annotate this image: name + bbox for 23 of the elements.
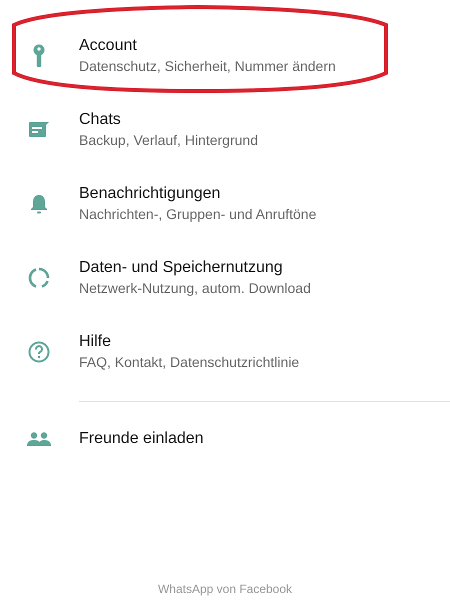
settings-item[interactable]: Hilfe FAQ, Kontakt, Datenschutzrichtlinie: [0, 315, 450, 389]
item-title: Freunde einladen: [79, 429, 204, 449]
help-icon: [28, 341, 50, 363]
item-subtitle: Backup, Verlauf, Hintergrund: [79, 131, 258, 150]
item-subtitle: Datenschutz, Sicherheit, Nummer ändern: [79, 57, 336, 76]
invite-item[interactable]: Freunde einladen: [0, 402, 450, 476]
item-title: Hilfe: [79, 332, 112, 352]
item-subtitle: FAQ, Kontakt, Datenschutzrichtlinie: [79, 353, 300, 372]
settings-item[interactable]: Daten- und Speichernutzung Netzwerk-Nutzung, autom. Download: [0, 241, 450, 315]
item-title: Daten- und Speichernutzung: [79, 258, 284, 278]
item-title: Benachrichtigungen: [79, 184, 222, 204]
item-subtitle: Nachrichten-, Gruppen- und Anruftöne: [79, 205, 316, 224]
item-subtitle: Netzwerk-Nutzung, autom. Download: [79, 279, 311, 298]
settings-item[interactable]: Account Datenschutz, Sicherheit, Nummer ändern: [0, 19, 450, 93]
bell-icon: [30, 194, 48, 214]
people-icon: [26, 432, 50, 446]
key-icon: [32, 44, 44, 68]
footer-text: WhatsApp von Facebook: [158, 581, 292, 598]
chat-icon: [28, 121, 50, 139]
settings-item[interactable]: Benachrichtigungen Nachrichten-, Gruppen- und Anruftöne: [0, 167, 450, 241]
item-title: Account: [79, 36, 138, 56]
settings-item[interactable]: Chats Backup, Verlauf, Hintergrund: [0, 93, 450, 167]
item-title: Chats: [79, 110, 122, 130]
